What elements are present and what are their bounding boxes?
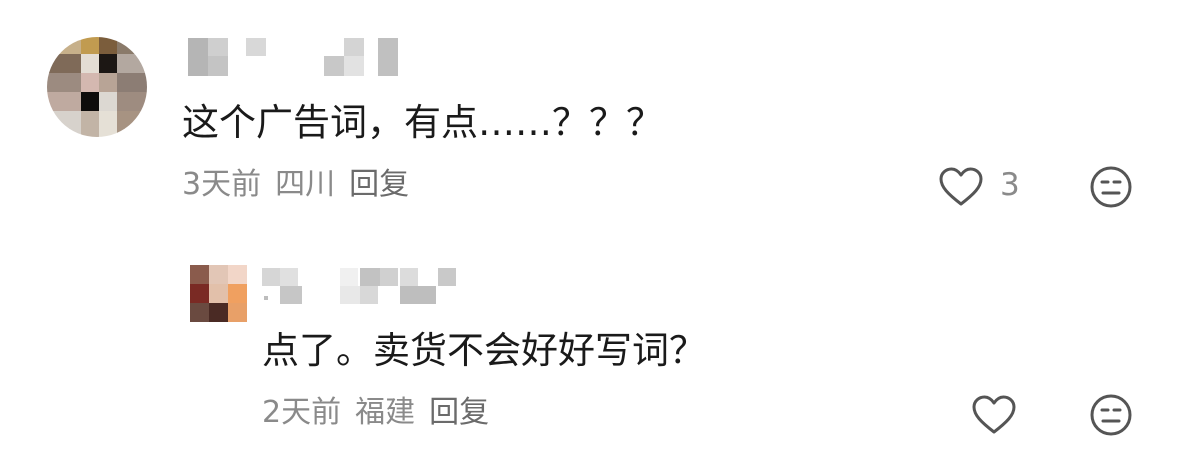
reply-button[interactable]: 回复 bbox=[429, 395, 489, 430]
like-count: 3 bbox=[1000, 167, 1020, 203]
comment-meta: 3天前 四川 回复 bbox=[182, 170, 423, 200]
heart-outline-icon[interactable] bbox=[938, 166, 984, 208]
comment-text: 这个广告词，有点……？？？ bbox=[182, 101, 663, 144]
avatar[interactable] bbox=[47, 37, 147, 137]
avatar[interactable] bbox=[190, 265, 247, 322]
comment-location: 四川 bbox=[275, 167, 336, 202]
heart-outline-icon[interactable] bbox=[971, 394, 1017, 436]
comment-location: 福建 bbox=[355, 395, 416, 430]
username-pixelated[interactable] bbox=[188, 36, 400, 76]
comment-meta: 2天前 福建 回复 bbox=[262, 398, 503, 428]
comment-time: 2天前 bbox=[262, 395, 342, 430]
username-pixelated[interactable] bbox=[262, 266, 457, 304]
comment-time: 3天前 bbox=[182, 167, 262, 202]
reply-button[interactable]: 回复 bbox=[349, 167, 409, 202]
neutral-face-icon[interactable] bbox=[1088, 164, 1134, 210]
neutral-face-icon[interactable] bbox=[1088, 392, 1134, 438]
comment-text: 点了。卖货不会好好写词？ bbox=[262, 329, 706, 372]
